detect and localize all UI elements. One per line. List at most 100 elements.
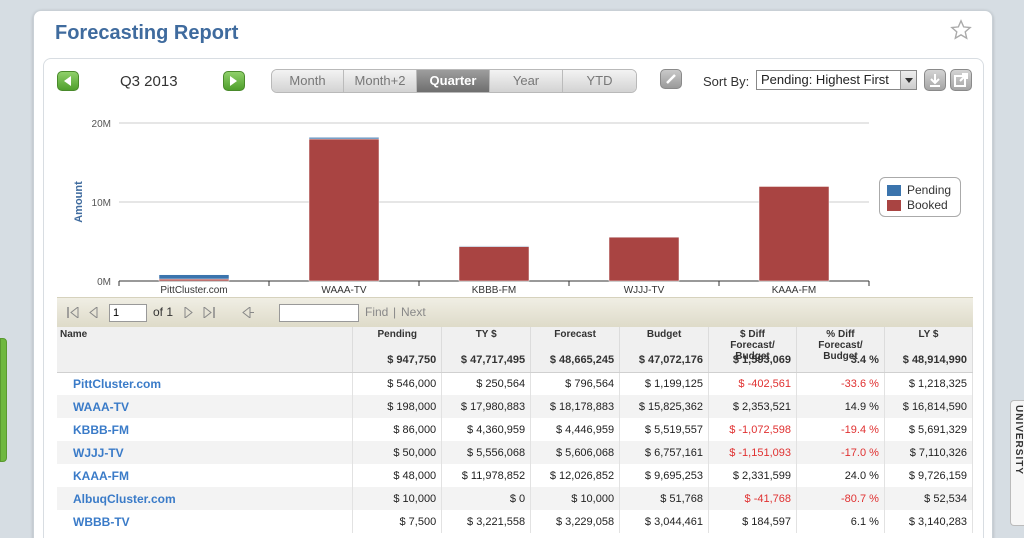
table-row[interactable]: PittCluster.com $ 546,000 $ 250,564 $ 796,5… xyxy=(57,372,974,395)
row-name-link[interactable]: WBBB-TV xyxy=(57,510,354,533)
previous-period-button[interactable] xyxy=(57,71,79,91)
row-name-link[interactable]: AlbuqCluster.com xyxy=(57,487,354,510)
col-header-ly[interactable]: LY $ $ 48,914,990 xyxy=(884,327,974,373)
tab-month-plus-2[interactable]: Month+2 xyxy=(344,70,417,92)
table-cell: -19.4 % xyxy=(796,418,885,441)
first-page-icon[interactable] xyxy=(67,307,79,318)
forecasting-panel: Forecasting Report Q3 2013 Month Month+2… xyxy=(33,10,993,538)
table-cell: $ 16,814,590 xyxy=(884,395,974,418)
row-name-link[interactable]: PittCluster.com xyxy=(57,372,354,395)
table-cell: $ 10,000 xyxy=(352,487,443,510)
page-count: of 1 xyxy=(153,305,174,319)
legend-swatch-pending xyxy=(887,184,901,196)
x-tick-label: WAAA-TV xyxy=(321,285,367,294)
grid-pager: of 1 Find | Next xyxy=(57,297,973,327)
forecast-grid: Name Pending $ 947,750 TY $ $ 47,717,495 F… xyxy=(57,327,974,533)
legend-swatch-booked xyxy=(887,199,901,211)
table-cell: $ 10,000 xyxy=(530,487,621,510)
find-input[interactable] xyxy=(279,304,359,322)
bar-booked xyxy=(758,186,830,282)
university-tab-label: UNIVERSITY xyxy=(1013,405,1024,476)
table-cell: $ 198,000 xyxy=(352,395,443,418)
col-header-dollar-diff[interactable]: $ Diff Forecast/ Budget $ 1,593,069 xyxy=(708,327,797,373)
row-name-link[interactable]: KAAA-FM xyxy=(57,464,354,487)
page-number-input[interactable] xyxy=(109,304,147,322)
table-cell: $ 17,980,883 xyxy=(441,395,532,418)
table-cell: $ 184,597 xyxy=(708,510,797,533)
table-row[interactable]: WBBB-TV $ 7,500 $ 3,221,558 $ 3,229,058 $ 3,… xyxy=(57,510,974,533)
table-cell: $ 3,140,283 xyxy=(884,510,974,533)
table-cell: $ 3,221,558 xyxy=(441,510,532,533)
col-header-budget[interactable]: Budget $ 47,072,176 xyxy=(619,327,710,373)
refresh-icon[interactable] xyxy=(242,307,254,318)
bar-booked xyxy=(608,236,680,282)
tab-ytd[interactable]: YTD xyxy=(563,70,636,92)
table-cell: $ 0 xyxy=(441,487,532,510)
table-cell: $ 52,534 xyxy=(884,487,974,510)
table-cell: $ 9,726,159 xyxy=(884,464,974,487)
table-cell: $ 5,691,329 xyxy=(884,418,974,441)
col-header-name[interactable]: Name xyxy=(57,327,354,373)
export-button[interactable] xyxy=(950,69,972,91)
table-cell: $ 5,519,557 xyxy=(619,418,710,441)
left-side-tab[interactable] xyxy=(0,338,7,462)
university-side-tab[interactable]: UNIVERSITY xyxy=(1010,400,1024,526)
next-link[interactable]: Next xyxy=(401,305,426,319)
table-cell: $ 5,606,068 xyxy=(530,441,621,464)
table-cell: 6.1 % xyxy=(796,510,885,533)
tab-month[interactable]: Month xyxy=(272,70,344,92)
col-header-pct-diff[interactable]: % Diff Forecast/ Budget 3.4 % xyxy=(796,327,885,373)
pager-separator: | xyxy=(393,305,397,319)
table-cell: $ 86,000 xyxy=(352,418,443,441)
bar-pending xyxy=(308,137,380,140)
x-tick-label: KAAA-FM xyxy=(772,285,816,294)
table-cell: -17.0 % xyxy=(796,441,885,464)
table-cell: $ 50,000 xyxy=(352,441,443,464)
col-header-pending[interactable]: Pending $ 947,750 xyxy=(352,327,443,373)
row-name-link[interactable]: KBBB-FM xyxy=(57,418,354,441)
col-header-ty[interactable]: TY $ $ 47,717,495 xyxy=(441,327,532,373)
report-container: Q3 2013 Month Month+2 Quarter Year YTD S… xyxy=(43,58,984,538)
table-row[interactable]: WAAA-TV $ 198,000 $ 17,980,883 $ 18,178,883… xyxy=(57,395,974,418)
next-page-icon[interactable] xyxy=(184,307,193,318)
col-header-forecast[interactable]: Forecast $ 48,665,245 xyxy=(530,327,621,373)
table-cell: -33.6 % xyxy=(796,372,885,395)
last-page-icon[interactable] xyxy=(203,307,215,318)
legend-label-pending: Pending xyxy=(907,183,952,197)
row-name-link[interactable]: WAAA-TV xyxy=(57,395,354,418)
table-cell: $ 18,178,883 xyxy=(530,395,621,418)
table-row[interactable]: WJJJ-TV $ 50,000 $ 5,556,068 $ 5,606,068 $ 6… xyxy=(57,441,974,464)
table-cell: $ 4,360,959 xyxy=(441,418,532,441)
table-cell: $ 15,825,362 xyxy=(619,395,710,418)
tab-year[interactable]: Year xyxy=(490,70,563,92)
favorite-star-icon[interactable] xyxy=(950,19,972,41)
table-cell: $ 12,026,852 xyxy=(530,464,621,487)
edit-button[interactable] xyxy=(660,69,682,89)
bar-booked xyxy=(158,278,230,282)
y-axis-label: Amount xyxy=(73,181,85,223)
table-header-row: Name Pending $ 947,750 TY $ $ 47,717,495 F… xyxy=(57,327,974,373)
previous-page-icon[interactable] xyxy=(89,307,98,318)
table-row[interactable]: KAAA-FM $ 48,000 $ 11,978,852 $ 12,026,852 $… xyxy=(57,464,974,487)
tab-quarter[interactable]: Quarter xyxy=(417,70,490,92)
period-label: Q3 2013 xyxy=(120,73,178,90)
table-cell: $ 3,229,058 xyxy=(530,510,621,533)
period-tabs: Month Month+2 Quarter Year YTD xyxy=(271,69,637,93)
next-period-button[interactable] xyxy=(223,71,245,91)
table-cell: $ 1,218,325 xyxy=(884,372,974,395)
table-cell: 14.9 % xyxy=(796,395,885,418)
sort-select[interactable]: Pending: Highest First xyxy=(756,70,917,90)
legend-label-booked: Booked xyxy=(907,198,948,212)
find-link[interactable]: Find xyxy=(365,305,388,319)
table-cell: $ 9,695,253 xyxy=(619,464,710,487)
table-row[interactable]: KBBB-FM $ 86,000 $ 4,360,959 $ 4,446,959 $ 5… xyxy=(57,418,974,441)
page-title: Forecasting Report xyxy=(55,22,239,44)
download-button[interactable] xyxy=(924,69,946,91)
booking-chart: 0M 10M 20M Amount PittCluster.com WAAA-TV KBBB… xyxy=(73,119,870,294)
table-cell: $ 51,768 xyxy=(619,487,710,510)
external-link-icon xyxy=(954,73,968,87)
row-name-link[interactable]: WJJJ-TV xyxy=(57,441,354,464)
table-row[interactable]: AlbuqCluster.com $ 10,000 $ 0 $ 10,000 $ 51,… xyxy=(57,487,974,510)
table-cell: $ 2,353,521 xyxy=(708,395,797,418)
table-cell: $ 7,500 xyxy=(352,510,443,533)
